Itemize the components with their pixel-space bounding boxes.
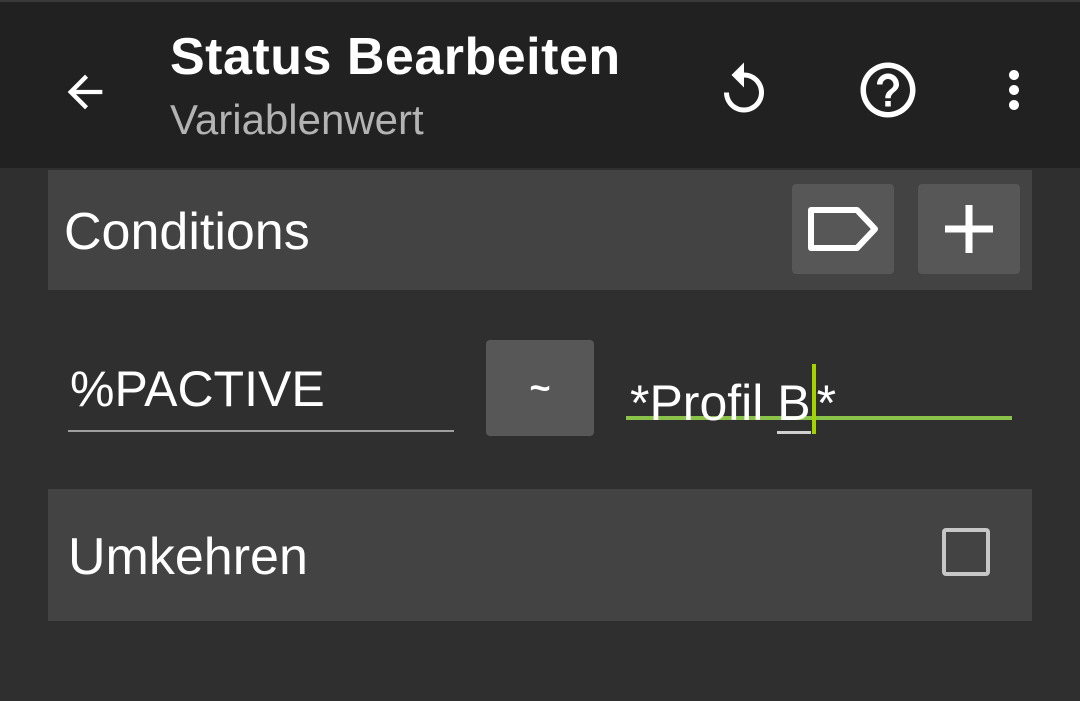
back-button[interactable]	[50, 57, 120, 127]
variable-input[interactable]: %PACTIVE	[68, 358, 454, 432]
value-input[interactable]: *Profil B *	[626, 352, 1012, 434]
condition-row: %PACTIVE ~ *Profil B *	[48, 330, 1032, 450]
app-bar: Status Bearbeiten Variablenwert	[0, 0, 1080, 168]
more-options-button[interactable]	[978, 54, 1050, 126]
text-cursor	[811, 364, 816, 434]
value-underlined: B	[777, 375, 811, 434]
back-arrow-icon	[67, 74, 103, 110]
add-icon	[945, 205, 993, 253]
help-icon	[860, 62, 916, 118]
reset-button[interactable]	[708, 54, 780, 126]
value-suffix: *	[816, 375, 837, 431]
tag-button[interactable]	[792, 184, 894, 274]
value-text: *Profil B *	[630, 364, 836, 434]
value-prefix: *Profil	[630, 375, 778, 431]
title-block: Status Bearbeiten Variablenwert	[170, 26, 621, 148]
conditions-label: Conditions	[64, 203, 310, 261]
tag-icon	[808, 207, 878, 251]
more-vert-icon	[1009, 70, 1019, 110]
page-title: Status Bearbeiten	[170, 28, 621, 86]
invert-checkbox[interactable]	[942, 528, 990, 576]
conditions-header: Conditions	[48, 170, 1032, 290]
add-condition-button[interactable]	[918, 184, 1020, 274]
invert-label: Umkehren	[68, 528, 308, 586]
reset-icon	[724, 62, 764, 113]
invert-row[interactable]: Umkehren	[48, 489, 1032, 621]
page-subtitle: Variablenwert	[170, 96, 424, 143]
help-button[interactable]	[852, 54, 924, 126]
operator-button[interactable]: ~	[486, 340, 594, 436]
